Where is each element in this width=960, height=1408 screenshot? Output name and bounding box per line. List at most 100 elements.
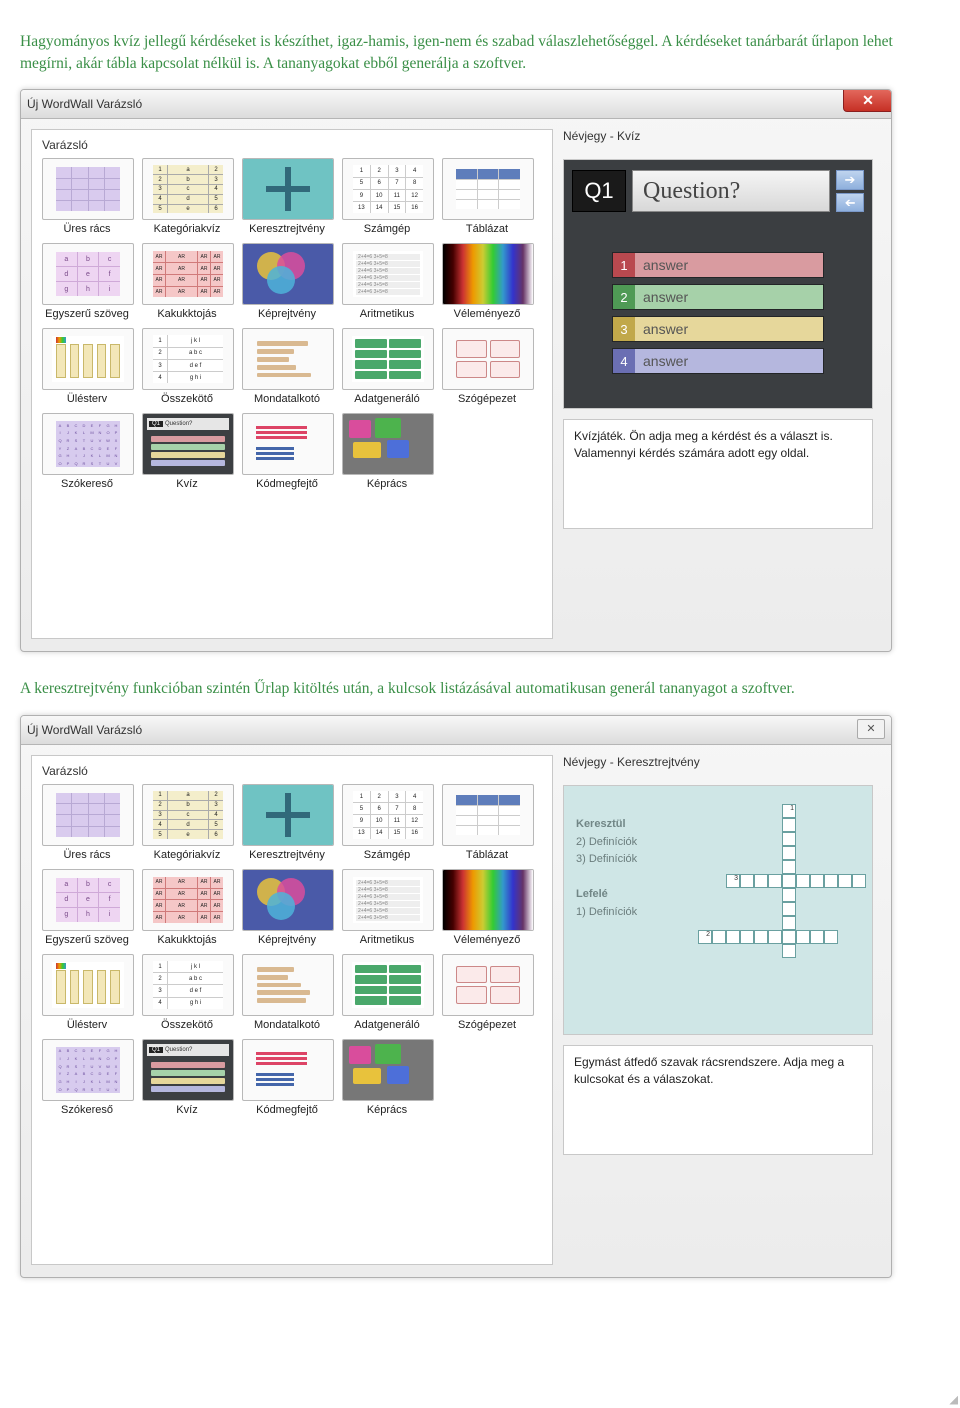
template-item-keresztrejtv-ny[interactable]: Keresztrejtvény: [242, 784, 332, 861]
template-thumb: 2+4=6 3+5=82+4=6 3+5=82+4=6 3+5=82+4=6 3…: [342, 243, 434, 305]
template-thumb: [242, 954, 334, 1016]
template-caption: Adatgeneráló: [342, 1019, 432, 1031]
template-thumb: [242, 413, 334, 475]
template-caption: Üres rács: [42, 849, 132, 861]
template-caption: Mondatalkotó: [242, 393, 332, 405]
template-item-k-prejtv-ny[interactable]: Képrejtvény: [242, 243, 332, 320]
template-item-t-bl-zat[interactable]: Táblázat: [442, 784, 532, 861]
template-item-k-dmegfejt-[interactable]: Kódmegfejtő: [242, 413, 332, 490]
answer-row[interactable]: 1answer: [612, 252, 824, 278]
template-thumb: [242, 869, 334, 931]
crossword-cell: [824, 874, 838, 888]
template-thumb: [242, 784, 334, 846]
answer-number: 1: [613, 253, 635, 277]
template-item-k-pr-cs[interactable]: Képrács: [342, 413, 432, 490]
crossword-cell: [796, 930, 810, 944]
window-title: Új WordWall Varázsló: [27, 97, 142, 111]
crossword-cell: [754, 874, 768, 888]
template-item-adatgener-l-[interactable]: Adatgeneráló: [342, 328, 432, 405]
template-item-egyszer-sz-veg[interactable]: abcdefghiEgyszerű szöveg: [42, 869, 132, 946]
template-item-sz-g-pezet[interactable]: Szógépezet: [442, 954, 532, 1031]
template-item-kateg-riakv-z[interactable]: 1a22b33c44d55e6Kategóriakvíz: [142, 158, 232, 235]
template-item--sszek-t-[interactable]: 1j k l2a b c3d e f4g h iÖsszekötő: [142, 328, 232, 405]
template-caption: Kakukktojás: [142, 308, 232, 320]
template-item-sz-mg-p[interactable]: 12345678910111213141516Számgép: [342, 158, 432, 235]
prev-arrow-icon[interactable]: ➔: [836, 193, 864, 213]
template-caption: Szógépezet: [442, 393, 532, 405]
wizard-window-quiz: Új WordWall Varázsló ✕ Varázsló Üres rác…: [20, 89, 892, 652]
template-gallery-panel: Varázsló Üres rács1a22b33c44d55e6Kategór…: [31, 129, 553, 639]
gallery-label: Varázsló: [42, 764, 542, 778]
next-arrow-icon[interactable]: ➔: [836, 170, 864, 190]
template-item-v-lem-nyez-[interactable]: Véleményező: [442, 869, 532, 946]
crossword-cell: [740, 930, 754, 944]
template-thumb: [42, 158, 134, 220]
template-item-adatgener-l-[interactable]: Adatgeneráló: [342, 954, 432, 1031]
preview-panel: Keresztül 2) Definíciók 3) Definíciók Le…: [563, 785, 873, 1035]
template-thumb: [42, 954, 134, 1016]
template-item--res-r-cs[interactable]: Üres rács: [42, 158, 132, 235]
answer-row[interactable]: 2answer: [612, 284, 824, 310]
template-thumb: [42, 784, 134, 846]
crossword-cell: [782, 832, 796, 846]
wizard-window-crossword: Új WordWall Varázsló ✕ Varázsló Üres rác…: [20, 715, 892, 1278]
template-thumb: ARARARARARARARARARARARARARARARAR: [142, 243, 234, 305]
crossword-cell: [754, 930, 768, 944]
crossword-cell: [782, 944, 796, 958]
template-thumb: 1a22b33c44d55e6: [142, 784, 234, 846]
crossword-cell: [782, 804, 796, 818]
template-item-sz-g-pezet[interactable]: Szógépezet: [442, 328, 532, 405]
template-item-k-dmegfejt-[interactable]: Kódmegfejtő: [242, 1039, 332, 1116]
template-thumb: [342, 328, 434, 390]
template-item-v-lem-nyez-[interactable]: Véleményező: [442, 243, 532, 320]
template-thumb: 12345678910111213141516: [342, 158, 434, 220]
template-item--l-sterv[interactable]: Ülésterv: [42, 328, 132, 405]
template-caption: Kategóriakvíz: [142, 223, 232, 235]
answer-number: 3: [613, 317, 635, 341]
template-thumb: [442, 243, 534, 305]
template-item-k-pr-cs[interactable]: Képrács: [342, 1039, 432, 1116]
crossword-cell: [768, 874, 782, 888]
crossword-cell: [712, 930, 726, 944]
template-thumb: [442, 328, 534, 390]
template-thumb: [242, 328, 334, 390]
template-item-sz-mg-p[interactable]: 12345678910111213141516Számgép: [342, 784, 432, 861]
template-item-k-prejtv-ny[interactable]: Képrejtvény: [242, 869, 332, 946]
template-item-sz-keres-[interactable]: ABCDEFGHIJKLMNOPQRSTUVWXYZABCDEFGHIJKLMN…: [42, 413, 132, 490]
template-item-kakukktoj-s[interactable]: ARARARARARARARARARARARARARARARARKakukkto…: [142, 869, 232, 946]
template-caption: Képrács: [342, 1104, 432, 1116]
template-item-aritmetikus[interactable]: 2+4=6 3+5=82+4=6 3+5=82+4=6 3+5=82+4=6 3…: [342, 869, 432, 946]
answer-row[interactable]: 3answer: [612, 316, 824, 342]
template-item--l-sterv[interactable]: Ülésterv: [42, 954, 132, 1031]
template-caption: Kvíz: [142, 1104, 232, 1116]
template-item-kv-z[interactable]: Question?Kvíz: [142, 413, 232, 490]
template-item-kv-z[interactable]: Question?Kvíz: [142, 1039, 232, 1116]
template-item-mondatalkot-[interactable]: Mondatalkotó: [242, 954, 332, 1031]
paragraph-2: A keresztrejtvény funkcióban szintén Űrl…: [20, 678, 940, 700]
answer-number: 4: [613, 349, 635, 373]
template-item--res-r-cs[interactable]: Üres rács: [42, 784, 132, 861]
titlebar: Új WordWall Varázsló ✕: [21, 90, 891, 119]
template-caption: Képrejtvény: [242, 934, 332, 946]
crossword-cell: [824, 930, 838, 944]
crossword-cell: [782, 930, 796, 944]
template-thumb: [442, 954, 534, 1016]
template-item--sszek-t-[interactable]: 1j k l2a b c3d e f4g h iÖsszekötő: [142, 954, 232, 1031]
template-item-keresztrejtv-ny[interactable]: Keresztrejtvény: [242, 158, 332, 235]
template-thumb: 1j k l2a b c3d e f4g h i: [142, 328, 234, 390]
template-item-t-bl-zat[interactable]: Táblázat: [442, 158, 532, 235]
template-caption: Kakukktojás: [142, 934, 232, 946]
close-button[interactable]: ✕: [843, 89, 892, 112]
template-item-sz-keres-[interactable]: ABCDEFGHIJKLMNOPQRSTUVWXYZABCDEFGHIJKLMN…: [42, 1039, 132, 1116]
template-item-mondatalkot-[interactable]: Mondatalkotó: [242, 328, 332, 405]
template-item-kateg-riakv-z[interactable]: 1a22b33c44d55e6Kategóriakvíz: [142, 784, 232, 861]
close-button[interactable]: ✕: [857, 719, 885, 739]
answer-row[interactable]: 4answer: [612, 348, 824, 374]
crossword-cell: [768, 930, 782, 944]
crossword-cell: [782, 916, 796, 930]
template-item-egyszer-sz-veg[interactable]: abcdefghiEgyszerű szöveg: [42, 243, 132, 320]
template-item-kakukktoj-s[interactable]: ARARARARARARARARARARARARARARARAR Kakukkto…: [142, 243, 232, 320]
template-thumb: [42, 328, 134, 390]
preview-label: Névjegy - Kvíz: [563, 129, 873, 143]
template-item-aritmetikus[interactable]: 2+4=6 3+5=82+4=6 3+5=82+4=6 3+5=82+4=6 3…: [342, 243, 432, 320]
